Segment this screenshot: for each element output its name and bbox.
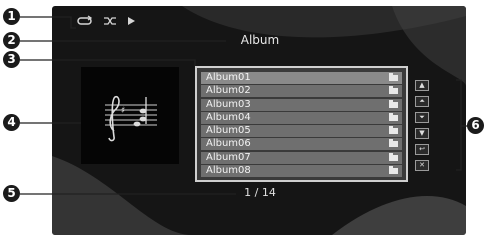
callout-leader-lines	[20, 16, 468, 195]
callout-5: 5	[3, 185, 20, 202]
callout-3: 3	[3, 51, 20, 68]
callout-6: 6	[467, 117, 484, 134]
callout-1: 1	[3, 8, 20, 25]
callout-4: 4	[3, 114, 20, 131]
callout-2: 2	[3, 32, 20, 49]
